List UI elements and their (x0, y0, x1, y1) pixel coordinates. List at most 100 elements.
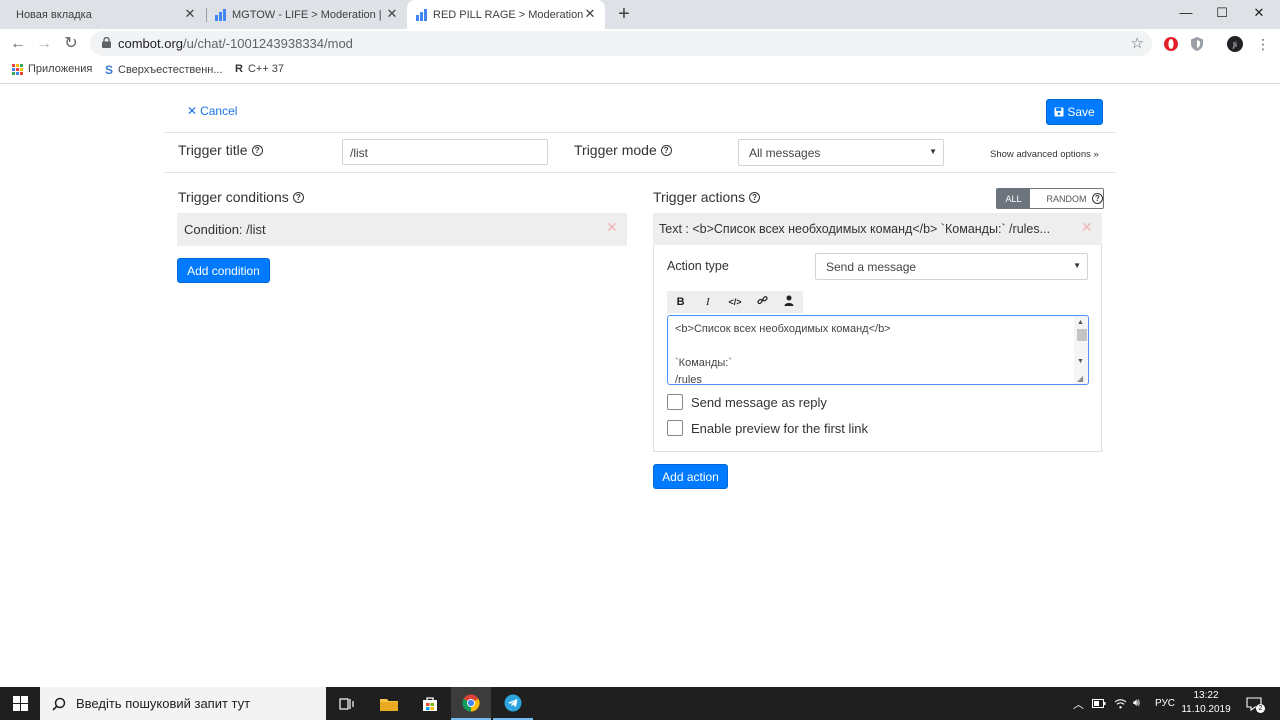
site-s-icon: S (105, 63, 114, 77)
battery-icon[interactable] (1092, 687, 1106, 720)
action-mode-toggle[interactable]: ALL RANDOM (996, 188, 1104, 209)
tray-chevron-icon[interactable]: ︿ (1073, 687, 1084, 720)
minimize-icon[interactable]: — (1176, 3, 1196, 23)
add-condition-button[interactable]: Add condition (177, 258, 270, 283)
wifi-glyph (1114, 699, 1127, 709)
trigger-actions-text: Trigger actions (653, 189, 746, 205)
action-type-value: Send a message (826, 260, 917, 274)
tab-mgtow[interactable]: MGTOW - LIFE > Moderation | Co ✕ (207, 0, 407, 29)
user-mention-icon[interactable] (776, 295, 803, 309)
bookmark-star-icon[interactable]: ☆ (1131, 34, 1144, 52)
combot-favicon-icon (215, 8, 226, 21)
cancel-button[interactable]: ✕ Cancel (187, 104, 237, 118)
help-icon[interactable]: ? (251, 144, 263, 156)
svg-text:Ji: Ji (1232, 41, 1237, 49)
close-icon[interactable]: ✕ (583, 7, 597, 21)
caret-down-icon: ▼ (1073, 261, 1081, 270)
close-icon: ✕ (187, 104, 198, 118)
scroll-down-icon[interactable]: ▼ (1077, 358, 1084, 365)
show-advanced-options-link[interactable]: Show advanced options » (990, 149, 1099, 160)
link-icon[interactable] (749, 295, 776, 309)
url-text: combot.org/u/chat/-1001243938334/mod (118, 36, 353, 51)
apps-grid-icon (12, 63, 23, 75)
tab-new[interactable]: Новая вкладка ✕ (0, 0, 205, 29)
action-type-select[interactable]: Send a message ▼ (815, 253, 1088, 280)
trigger-actions-heading: Trigger actions ? (653, 189, 761, 205)
telegram-taskbar-icon[interactable] (493, 687, 533, 720)
tab-red-pill-rage[interactable]: RED PILL RAGE > Moderation | C ✕ (407, 0, 605, 29)
save-button[interactable]: Save (1046, 99, 1103, 125)
close-icon[interactable]: ✕ (183, 7, 197, 21)
forward-icon[interactable]: → (33, 33, 55, 55)
italic-icon[interactable]: I (694, 296, 721, 308)
tab-title: MGTOW - LIFE > Moderation | Co (232, 8, 382, 21)
store-glyph (423, 696, 437, 711)
store-icon[interactable] (410, 687, 450, 720)
textarea-scrollbar[interactable]: ▲ ▼ ◢ (1074, 316, 1088, 384)
profile-avatar-icon[interactable]: Ji (1227, 36, 1243, 52)
bookmark-label: Сверхъестественн... (118, 64, 223, 76)
maximize-icon[interactable]: ☐ (1212, 3, 1232, 23)
bookmark-apps[interactable]: Приложения (12, 63, 92, 75)
clock-time: 13:22 (1193, 690, 1219, 701)
trigger-title-text: Trigger title (178, 142, 248, 158)
notifications-icon[interactable]: 2 (1246, 687, 1265, 720)
code-icon[interactable]: </> (721, 297, 748, 307)
file-explorer-icon[interactable] (369, 687, 409, 720)
enable-preview-label: Enable preview for the first link (691, 420, 869, 436)
url-path: /u/chat/-1001243938334/mod (183, 36, 353, 51)
cancel-label: Cancel (200, 104, 238, 118)
trigger-title-input[interactable]: /list (342, 139, 548, 165)
bold-icon[interactable]: B (667, 296, 694, 308)
scroll-up-icon[interactable]: ▲ (1077, 319, 1084, 326)
resize-grip-icon[interactable]: ◢ (1077, 374, 1083, 383)
scroll-thumb[interactable] (1077, 329, 1087, 341)
wifi-icon[interactable] (1114, 687, 1127, 720)
reload-icon[interactable]: ↻ (60, 33, 82, 55)
checkbox-box[interactable] (667, 394, 683, 410)
bookmark-label: C++ 37 (247, 63, 285, 75)
remove-action-icon[interactable]: ✕ (1081, 220, 1093, 236)
volume-icon[interactable]: 🔊︎ (1133, 687, 1140, 720)
browser-toolbar: ← → ↻ combot.org/u/chat/-1001243938334/m… (0, 29, 1280, 58)
action-header[interactable]: Text : <b>Список всех необходимых команд… (653, 213, 1102, 245)
clock-date: 11.10.2019 (1181, 704, 1231, 715)
help-icon[interactable]: ? (749, 191, 761, 203)
new-tab-button[interactable]: + (613, 4, 635, 26)
trigger-title-label: Trigger title ? (178, 142, 263, 158)
help-icon[interactable]: ? (1092, 193, 1103, 204)
message-text-area[interactable]: <b>Список всех необходимых команд</b> `К… (667, 315, 1089, 385)
checkbox-box[interactable] (667, 420, 683, 436)
bookmark-supernatural[interactable]: S Сверхъестественн... (105, 63, 223, 77)
add-action-button[interactable]: Add action (653, 464, 728, 489)
input-language[interactable]: РУС (1155, 687, 1175, 720)
condition-row[interactable]: Condition: /list ✕ (177, 213, 627, 246)
trigger-mode-select[interactable]: All messages ▼ (738, 139, 944, 166)
address-bar[interactable]: combot.org/u/chat/-1001243938334/mod ☆ (90, 31, 1152, 56)
mode-all-option[interactable]: ALL (997, 189, 1030, 208)
back-icon[interactable]: ← (7, 33, 29, 55)
send-as-reply-checkbox[interactable]: Send message as reply (667, 394, 827, 410)
shield-extension-icon[interactable] (1189, 36, 1205, 52)
bookmark-cpp[interactable]: R C++ 37 (235, 63, 284, 75)
tab-title: RED PILL RAGE > Moderation | C (433, 8, 583, 21)
task-view-icon[interactable] (327, 687, 367, 720)
taskbar-clock[interactable]: 13:22 11.10.2019 (1181, 689, 1231, 717)
divider (165, 172, 1115, 173)
remove-condition-icon[interactable]: ✕ (606, 220, 618, 236)
chrome-taskbar-icon[interactable] (451, 687, 491, 720)
enable-preview-checkbox[interactable]: Enable preview for the first link (667, 420, 868, 436)
help-icon[interactable]: ? (292, 191, 304, 203)
close-icon[interactable]: ✕ (385, 7, 399, 21)
taskbar-search-box[interactable]: Введіть пошуковий запит тут (40, 687, 326, 720)
taskbar-search-placeholder: Введіть пошуковий запит тут (76, 696, 251, 711)
close-window-icon[interactable]: ✕ (1249, 3, 1269, 23)
action-type-label: Action type (667, 259, 729, 273)
windows-start-icon[interactable] (0, 687, 40, 720)
opera-extension-icon[interactable] (1163, 36, 1179, 52)
trigger-mode-text: Trigger mode (574, 142, 657, 158)
menu-dots-icon[interactable]: ⋮ (1252, 33, 1274, 55)
trigger-editor-page: ✕ Cancel Save Trigger title ? /list Trigg… (0, 85, 1280, 687)
help-icon[interactable]: ? (660, 144, 672, 156)
windows-taskbar: Введіть пошуковий запит тут ︿ 🔊︎ РУС 13:… (0, 687, 1280, 720)
